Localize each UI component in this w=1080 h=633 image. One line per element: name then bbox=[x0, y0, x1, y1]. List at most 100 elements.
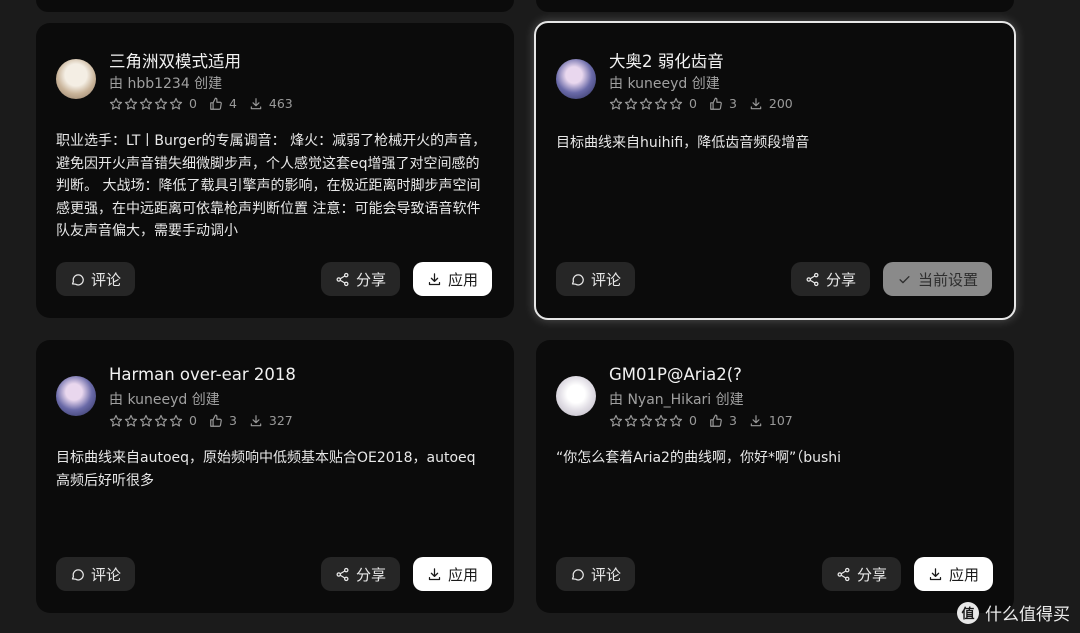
preset-stats: 0 3 107 bbox=[609, 413, 805, 428]
preset-card[interactable]: Harman over-ear 2018 由 kuneeyd 创建 0 3 32… bbox=[36, 340, 514, 613]
comment-icon bbox=[571, 273, 584, 285]
apply-label: 应用 bbox=[447, 270, 478, 289]
current-setting-label: 当前设置 bbox=[917, 270, 978, 289]
star-outline-icon bbox=[169, 414, 183, 427]
preset-title: 大奥2 弱化齿音 bbox=[609, 52, 724, 71]
share-button[interactable]: 分享 bbox=[321, 557, 400, 591]
rating-value: 0 bbox=[189, 96, 197, 111]
download-icon bbox=[750, 414, 762, 426]
thumbs-up-icon[interactable] bbox=[709, 414, 723, 428]
check-icon bbox=[899, 275, 910, 283]
comment-icon bbox=[571, 568, 584, 580]
rating-stars[interactable] bbox=[109, 97, 183, 111]
preset-title: 三角洲双模式适用 bbox=[109, 52, 241, 71]
apply-label: 应用 bbox=[447, 565, 478, 584]
likes-count: 3 bbox=[728, 96, 737, 111]
star-outline-icon bbox=[609, 414, 623, 427]
avatar bbox=[556, 59, 596, 99]
share-button[interactable]: 分享 bbox=[822, 557, 901, 591]
apply-button[interactable]: 应用 bbox=[413, 262, 492, 296]
preset-stats: 0 4 463 bbox=[109, 96, 305, 111]
creator-line: 由 kuneeyd 创建 bbox=[609, 76, 720, 92]
star-outline-icon bbox=[109, 97, 123, 110]
download-icon bbox=[750, 97, 762, 109]
creator-line: 由 kuneeyd 创建 bbox=[109, 392, 220, 408]
star-outline-icon bbox=[124, 97, 138, 110]
share-label: 分享 bbox=[856, 565, 887, 584]
star-outline-icon bbox=[139, 414, 153, 427]
apply-button[interactable]: 应用 bbox=[413, 557, 492, 591]
share-icon bbox=[336, 272, 349, 286]
rating-value: 0 bbox=[189, 413, 197, 428]
comment-icon bbox=[71, 273, 84, 285]
apply-label: 应用 bbox=[948, 565, 979, 584]
likes-count: 3 bbox=[728, 413, 737, 428]
star-outline-icon bbox=[609, 97, 623, 110]
star-outline-icon bbox=[669, 97, 683, 110]
watermark-text: 什么值得买 bbox=[985, 605, 1070, 625]
share-label: 分享 bbox=[825, 270, 856, 289]
preset-stats: 0 3 200 bbox=[609, 96, 805, 111]
comment-label: 评论 bbox=[590, 565, 621, 584]
rating-stars[interactable] bbox=[609, 414, 683, 428]
preset-description: 职业选手：LT丨Burger的专属调音： 烽火：减弱了枪械开火的声音，避免因开火… bbox=[56, 133, 487, 239]
share-icon bbox=[837, 567, 850, 581]
watermark-logo-icon: 值 bbox=[957, 601, 979, 624]
preset-card[interactable]: GM01P@Aria2(? 由 Nyan_Hikari 创建 0 3 107 “… bbox=[536, 340, 1014, 613]
comment-button[interactable]: 评论 bbox=[556, 262, 635, 296]
downloads-count: 200 bbox=[768, 96, 793, 111]
preset-description: 目标曲线来自autoeq，原始频响中低频基本贴合OE2018，autoeq高频后… bbox=[56, 450, 476, 489]
star-outline-icon bbox=[669, 414, 683, 427]
rating-stars[interactable] bbox=[609, 97, 683, 111]
share-button[interactable]: 分享 bbox=[791, 262, 870, 296]
apply-button[interactable]: 应用 bbox=[914, 557, 993, 591]
share-button[interactable]: 分享 bbox=[321, 262, 400, 296]
star-outline-icon bbox=[639, 97, 653, 110]
star-outline-icon bbox=[624, 97, 638, 110]
site-watermark: 值 什么值得买 bbox=[957, 600, 1070, 625]
avatar bbox=[556, 376, 596, 416]
star-outline-icon bbox=[654, 414, 668, 427]
downloads-count: 107 bbox=[768, 413, 793, 428]
likes-count: 3 bbox=[228, 413, 237, 428]
preset-card[interactable]: 三角洲双模式适用 由 hbb1234 创建 0 4 463 职业选手：LT丨Bu… bbox=[36, 23, 514, 318]
preset-stats: 0 3 327 bbox=[109, 413, 305, 428]
downloads-count: 327 bbox=[268, 413, 293, 428]
preset-description: 目标曲线来自huihifi，降低齿音频段增音 bbox=[556, 135, 810, 151]
star-outline-icon bbox=[624, 414, 638, 427]
comment-label: 评论 bbox=[90, 270, 121, 289]
star-outline-icon bbox=[154, 414, 168, 427]
preset-card-selected[interactable]: 大奥2 弱化齿音 由 kuneeyd 创建 0 3 200 目标曲线来自huih… bbox=[534, 21, 1016, 320]
thumbs-up-icon[interactable] bbox=[209, 97, 223, 111]
download-icon bbox=[428, 272, 441, 285]
comment-label: 评论 bbox=[90, 565, 121, 584]
star-outline-icon bbox=[639, 414, 653, 427]
preset-description: “你怎么套着Aria2的曲线啊，你好*啊”（bushi bbox=[556, 450, 842, 466]
rating-stars[interactable] bbox=[109, 414, 183, 428]
star-outline-icon bbox=[109, 414, 123, 427]
rating-value: 0 bbox=[689, 96, 697, 111]
star-outline-icon bbox=[139, 97, 153, 110]
share-label: 分享 bbox=[355, 565, 386, 584]
star-outline-icon bbox=[154, 97, 168, 110]
preset-title: Harman over-ear 2018 bbox=[109, 365, 296, 384]
downloads-count: 463 bbox=[268, 96, 293, 111]
download-icon bbox=[428, 567, 441, 580]
previous-row-card-edge-left bbox=[36, 0, 514, 12]
share-icon bbox=[806, 272, 819, 286]
likes-count: 4 bbox=[228, 96, 237, 111]
thumbs-up-icon[interactable] bbox=[209, 414, 223, 428]
comment-icon bbox=[71, 568, 84, 580]
previous-row-card-edge-right bbox=[536, 0, 1014, 12]
share-icon bbox=[336, 567, 349, 581]
comment-button[interactable]: 评论 bbox=[56, 557, 135, 591]
star-outline-icon bbox=[169, 97, 183, 110]
comment-button[interactable]: 评论 bbox=[556, 557, 635, 591]
star-outline-icon bbox=[124, 414, 138, 427]
creator-line: 由 Nyan_Hikari 创建 bbox=[609, 392, 744, 408]
thumbs-up-icon[interactable] bbox=[709, 97, 723, 111]
comment-button[interactable]: 评论 bbox=[56, 262, 135, 296]
avatar bbox=[56, 376, 96, 416]
download-icon bbox=[929, 567, 942, 580]
current-setting-button: 当前设置 bbox=[883, 262, 992, 296]
